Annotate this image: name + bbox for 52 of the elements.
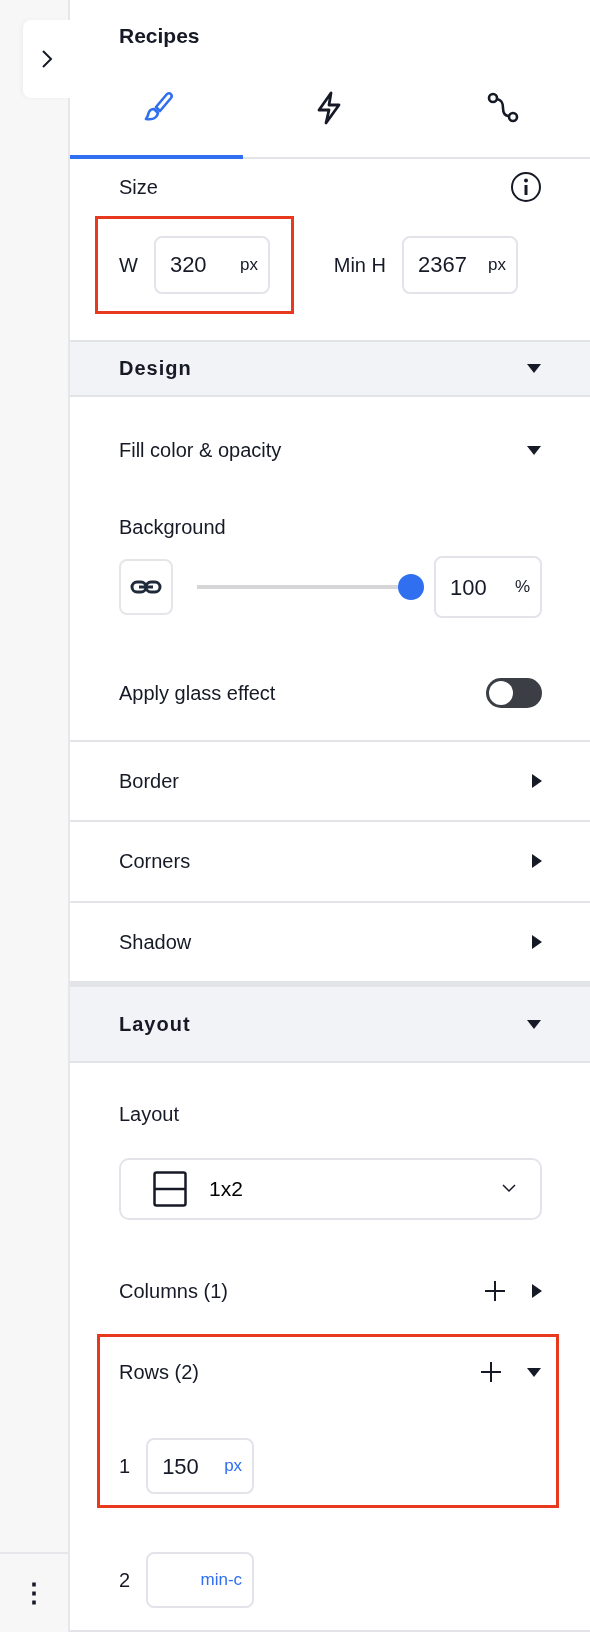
number-field[interactable]: min-c (146, 1552, 255, 1608)
caret-down-icon (526, 1018, 542, 1031)
number-field[interactable]: 320 px (153, 235, 270, 294)
plus-icon (480, 1361, 502, 1383)
chevron-right-icon (40, 49, 53, 69)
expand-button[interactable] (530, 933, 542, 950)
caret-down-icon (526, 362, 542, 375)
chevron-down-icon (502, 1184, 516, 1194)
field-label: Background (119, 516, 226, 539)
chain-link-icon (130, 580, 162, 595)
number-field[interactable]: 2367 px (402, 235, 518, 294)
opacity-field[interactable]: 100 % (434, 556, 542, 619)
subsection-title: Columns (1) (119, 1278, 228, 1304)
caret-down-icon (526, 444, 542, 457)
expand-button[interactable] (530, 1282, 542, 1299)
plus-icon (484, 1279, 506, 1302)
row-number: 1 (119, 1454, 131, 1479)
collapse-button[interactable] (526, 362, 542, 375)
subsection-title: Fill color & opacity (119, 438, 282, 464)
expand-button[interactable] (530, 853, 542, 870)
add-button[interactable] (484, 1279, 506, 1302)
number-field[interactable]: 150 px (146, 1438, 255, 1494)
collapse-button[interactable] (526, 1018, 542, 1031)
field-label: Layout (119, 1103, 180, 1126)
info-icon (510, 171, 542, 204)
toggle-label: Apply glass effect (119, 681, 276, 707)
section-header[interactable]: Layout (70, 982, 590, 1064)
section-header[interactable]: Design (70, 339, 590, 397)
field-label: Min H (333, 252, 386, 278)
caret-right-icon (530, 1282, 542, 1299)
subsection-title: Rows (2) (119, 1360, 199, 1385)
add-button[interactable] (480, 1361, 502, 1383)
toggle-switch[interactable] (486, 678, 542, 709)
collapse-button[interactable] (526, 444, 542, 457)
slider-thumb[interactable] (398, 574, 424, 601)
caret-right-icon (530, 853, 542, 870)
field-label: W (119, 252, 138, 278)
layout-dropdown[interactable]: 1x2 (119, 1157, 542, 1220)
caret-right-icon (530, 933, 542, 950)
subsection-title: Corners (119, 849, 191, 875)
panel-title: Recipes (118, 23, 201, 49)
subsection-title: Border (119, 769, 180, 795)
caret-down-icon (526, 1366, 542, 1378)
more-menu-button[interactable]: ⋮ (17, 1580, 51, 1606)
collapse-button[interactable] (526, 1366, 542, 1378)
split-layout-icon (153, 1170, 187, 1207)
caret-right-icon (530, 773, 542, 790)
link-button[interactable] (119, 559, 173, 616)
subsection-title: Shadow (119, 929, 192, 955)
row-number: 2 (119, 1568, 131, 1593)
section-label: Size (119, 175, 158, 201)
expand-button[interactable] (530, 773, 542, 790)
